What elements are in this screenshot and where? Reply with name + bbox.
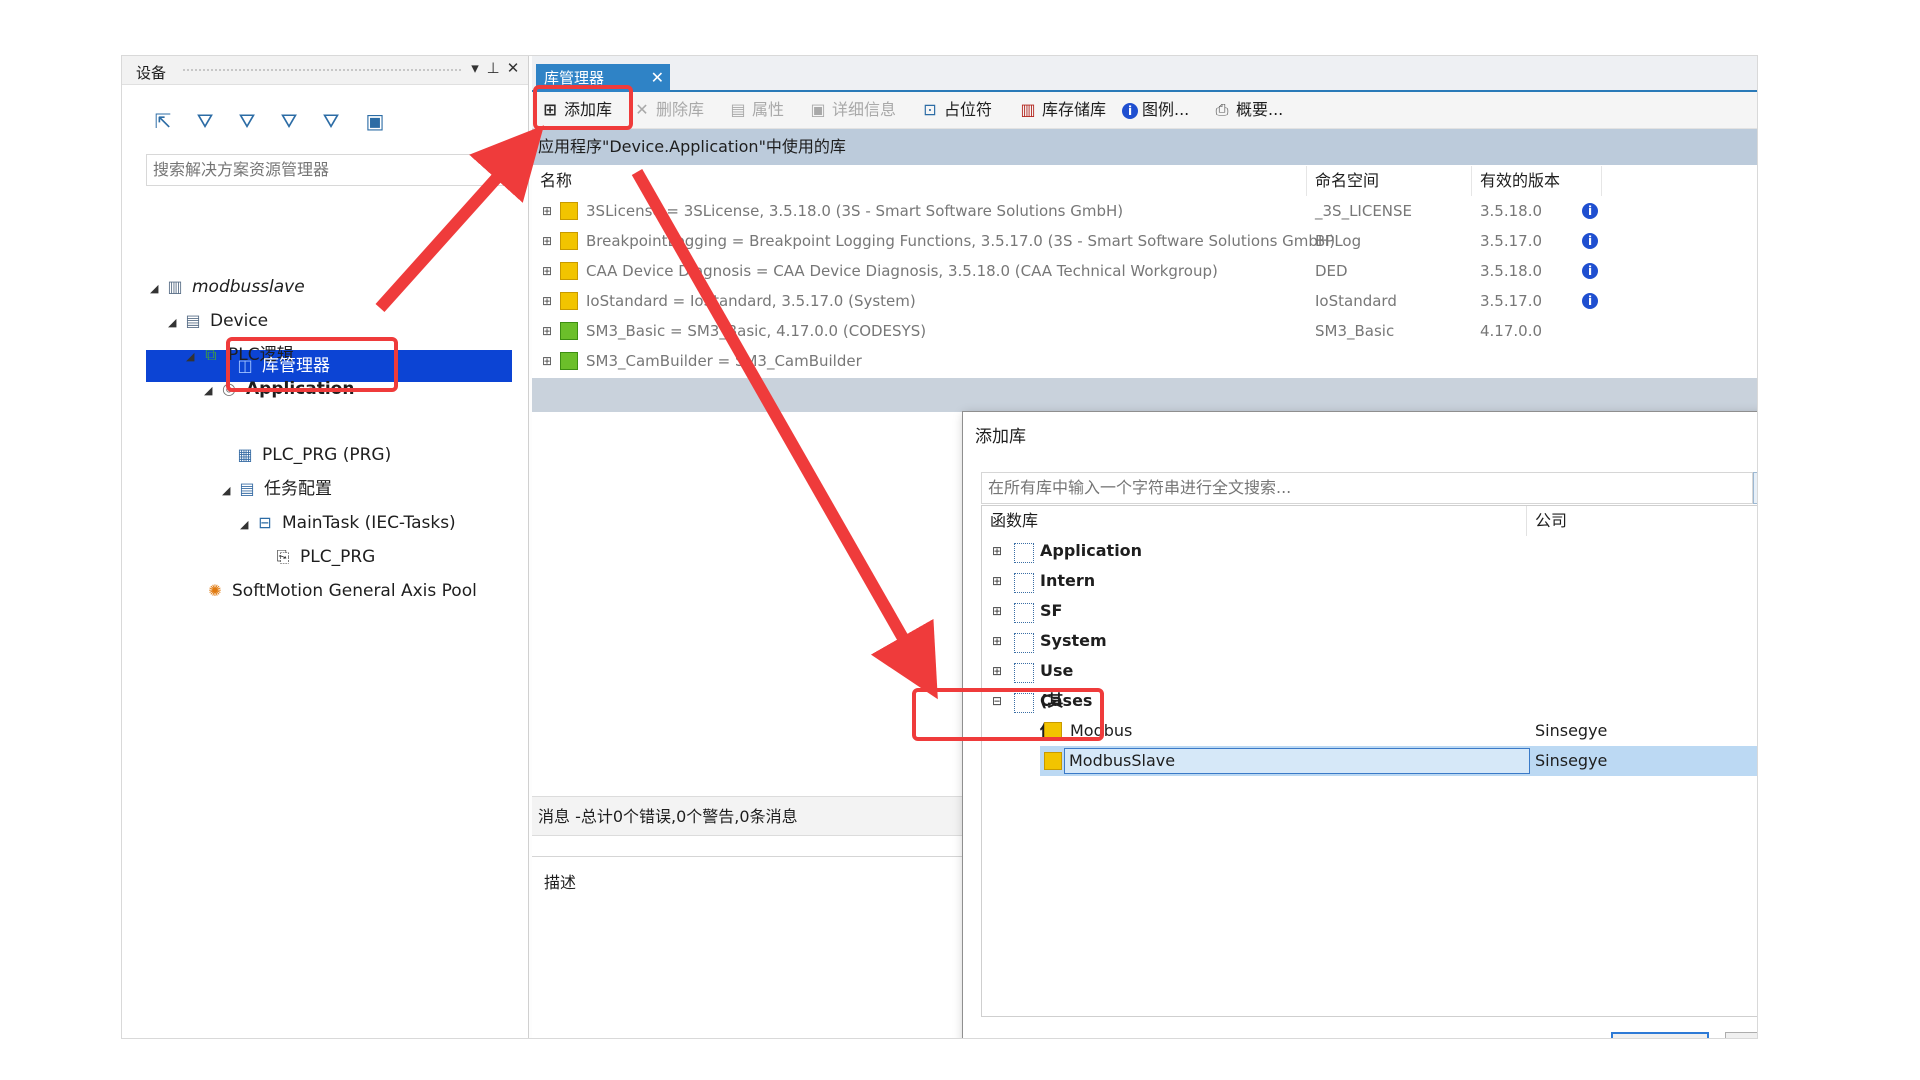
arrow-to-add-library [375,125,545,313]
annotation-arrows [375,125,938,700]
arrow-to-modbusslave [631,169,938,700]
